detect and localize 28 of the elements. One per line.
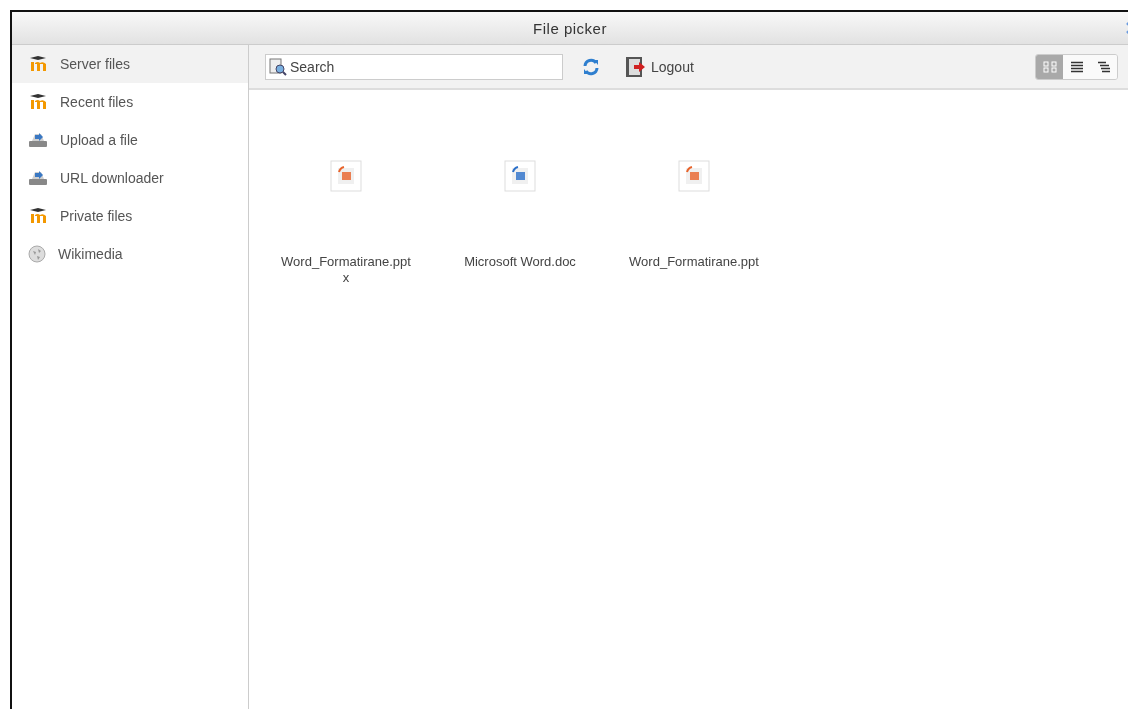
tree-view-icon	[1096, 60, 1111, 73]
upload-drive-icon	[28, 170, 48, 186]
sidebar-item-label: URL downloader	[60, 170, 164, 186]
sidebar-item-label: Private files	[60, 208, 133, 224]
exit-door-icon	[625, 55, 647, 78]
upload-drive-icon	[28, 132, 48, 148]
file-icon[interactable]	[678, 160, 710, 192]
globe-icon	[28, 245, 46, 263]
file-icon[interactable]	[504, 160, 536, 192]
file-name[interactable]: Word_Formatirane.ppt	[627, 254, 761, 270]
moodle-logo-icon	[28, 94, 48, 110]
search-field[interactable]: Search	[265, 53, 563, 80]
grid-view-icon	[1042, 60, 1057, 73]
logout-link[interactable]: Logout	[625, 55, 694, 78]
file-name[interactable]: Word_Formatirane.pptx	[279, 254, 413, 286]
sidebar-item-label: Server files	[60, 56, 131, 72]
file-icon[interactable]	[330, 160, 362, 192]
moodle-logo-icon	[28, 56, 48, 72]
sidebar-item-label: Recent files	[60, 94, 134, 110]
refresh-icon[interactable]	[581, 56, 601, 77]
search-icon	[269, 57, 287, 76]
file-name[interactable]: Microsoft Word.doc	[453, 254, 587, 270]
sidebar-item-label: Upload a file	[60, 132, 138, 148]
window-title: File picker	[533, 19, 607, 37]
sidebar-item-label: Wikimedia	[58, 246, 123, 262]
sidebar-item[interactable]: Server files	[12, 45, 248, 83]
moodle-logo-icon	[28, 208, 48, 224]
list-view-icon	[1069, 60, 1084, 73]
